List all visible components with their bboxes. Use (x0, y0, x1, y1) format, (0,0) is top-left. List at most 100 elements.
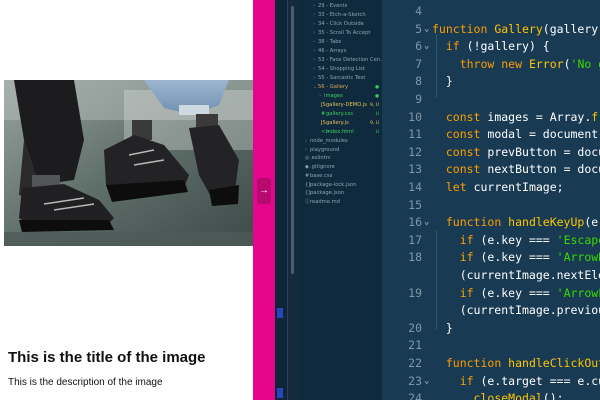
code-line[interactable]: (currentImage.nextElem (432, 268, 600, 282)
code-line[interactable]: if (e.key === 'ArrowRi (432, 250, 600, 264)
explorer-item[interactable]: {}package.json (305, 189, 379, 198)
image-title: This is the title of the image (8, 349, 206, 366)
code-line[interactable]: const images = Array.fro (432, 110, 600, 124)
arrow-right-icon[interactable]: → (257, 178, 271, 204)
code-token: let (445, 180, 467, 194)
line-number: 5 (415, 21, 422, 36)
line-number: 13 (408, 162, 422, 177)
code-token: (e.key === (473, 285, 557, 300)
code-token: handleKeyUp (508, 215, 585, 230)
explorer-item[interactable]: › 53 - Face Detection Cen... (313, 56, 382, 65)
gallery-image[interactable] (4, 80, 253, 246)
code-line[interactable]: } (432, 74, 453, 88)
explorer-item[interactable]: ⌄56 - Gallery ● (313, 83, 379, 92)
line-number: 22 (408, 356, 422, 370)
explorer-item-label: gallery-DEMO.js (326, 102, 367, 108)
explorer-item[interactable]: › images ● (319, 92, 379, 101)
fold-chevron-icon[interactable]: ⌄ (424, 376, 429, 386)
code-token: function (445, 215, 509, 230)
code-line[interactable]: let currentImage; (432, 180, 564, 194)
explorer-item-label: 29 - Events (318, 3, 348, 9)
scrollbar-thumb[interactable] (291, 6, 294, 274)
browser-preview: This is the title of the image This is t… (0, 0, 253, 400)
fold-chevron-icon[interactable]: ⌄ (424, 24, 429, 34)
line-number: 11 (408, 127, 422, 142)
explorer-item[interactable]: › 38 - Tabs (313, 38, 379, 47)
explorer-item[interactable]: ⓘreadme.md (305, 198, 379, 207)
code-token: const (445, 109, 481, 124)
explorer-item[interactable]: › 29 - Events (313, 2, 379, 11)
line-number: 23 (408, 373, 422, 388)
code-editor[interactable]: 45⌄function Gallery(gallery) {6⌄ if (!ga… (382, 0, 600, 400)
explorer-item-label: 46 - Arrays (318, 48, 347, 54)
code-token: const (445, 127, 481, 142)
code-line[interactable]: if (e.key === 'ArrowLe (432, 286, 600, 300)
code-line[interactable]: if (e.target === e.cur (432, 374, 600, 388)
code-token: prevButton = docum (480, 144, 600, 159)
explorer-item-label: 38 - Tabs (318, 39, 342, 45)
code-token: (gallery) { (542, 21, 600, 36)
explorer-item[interactable]: › 35 - Scroll To Accept (313, 29, 379, 38)
git-status-badge: U (375, 112, 379, 117)
code-line[interactable]: } (432, 321, 453, 335)
explorer-item[interactable]: #gallery.css U (321, 110, 379, 119)
sneakers-photo (4, 80, 253, 246)
explorer-item[interactable]: ◎.eslintrc (305, 154, 379, 163)
line-number: 18 (408, 250, 422, 265)
line-number: 9 (415, 92, 422, 106)
explorer-item[interactable]: JSgallery-DEMO.js 9, U (321, 101, 379, 110)
explorer-item[interactable]: JSgallery.js 9, U (321, 119, 379, 128)
explorer-item[interactable]: › node_modules (305, 137, 379, 146)
code-token: 'ArrowRi (556, 250, 600, 265)
explorer-item[interactable]: › 33 - Etch-a-Sketch (313, 11, 379, 20)
code-line[interactable]: function Gallery(gallery) { (432, 22, 600, 36)
code-line[interactable]: closeModal(); (432, 391, 564, 400)
explorer-item-label: index.html (326, 129, 354, 135)
explorer-item-label: gallery.css (326, 111, 353, 117)
explorer-item-label: base.css (310, 173, 333, 179)
explorer-item[interactable]: › 34 - Click Outside (313, 20, 379, 29)
explorer-item[interactable]: › 54 - Shopping List (313, 65, 379, 74)
status-marker (277, 388, 283, 398)
code-line[interactable]: if (!gallery) { (432, 39, 550, 53)
code-token: closeModal (473, 391, 543, 400)
explorer-item[interactable]: #base.css (305, 172, 379, 181)
code-line[interactable]: function handleKeyUp(e) (432, 215, 600, 229)
code-line[interactable]: const modal = document.q (432, 127, 600, 141)
explorer-item[interactable]: › 55 - Sarcastic Text (313, 74, 379, 83)
code-token: const (445, 162, 481, 177)
code-token: (e) (584, 215, 600, 230)
code-line[interactable]: (currentImage.previous (432, 303, 600, 317)
file-explorer: › 29 - Events › 33 - Etch-a-Sketch › 34 - Cli… (299, 0, 382, 400)
status-marker (277, 308, 283, 318)
fold-chevron-icon[interactable]: ⌄ (424, 41, 429, 51)
explorer-item-label: node_modules (310, 138, 348, 144)
code-token: images = Array. (480, 109, 592, 124)
explorer-item-label: 53 - Face Detection Cen... (318, 57, 382, 63)
explorer-item[interactable]: › 46 - Arrays (313, 47, 379, 56)
code-line[interactable]: throw new Error('No ga (432, 57, 600, 71)
code-line[interactable]: const nextButton = docum (432, 162, 600, 176)
code-token: function (432, 21, 495, 36)
code-token: Error (528, 56, 564, 71)
explorer-item-label: .gitignore (310, 164, 335, 170)
explorer-item[interactable]: ◆.gitignore (305, 163, 379, 172)
explorer-item[interactable]: <>index.html U (321, 128, 379, 137)
code-token: throw new (459, 56, 529, 71)
code-line[interactable]: const prevButton = docum (432, 145, 600, 159)
code-line[interactable]: function handleClickOuts (432, 356, 600, 370)
fold-chevron-icon[interactable]: ⌄ (424, 217, 429, 227)
line-number: 24 (408, 391, 422, 400)
code-token: (e.target === e.cur (473, 373, 600, 388)
code-line[interactable]: if (e.key === 'Escape' (432, 233, 600, 247)
